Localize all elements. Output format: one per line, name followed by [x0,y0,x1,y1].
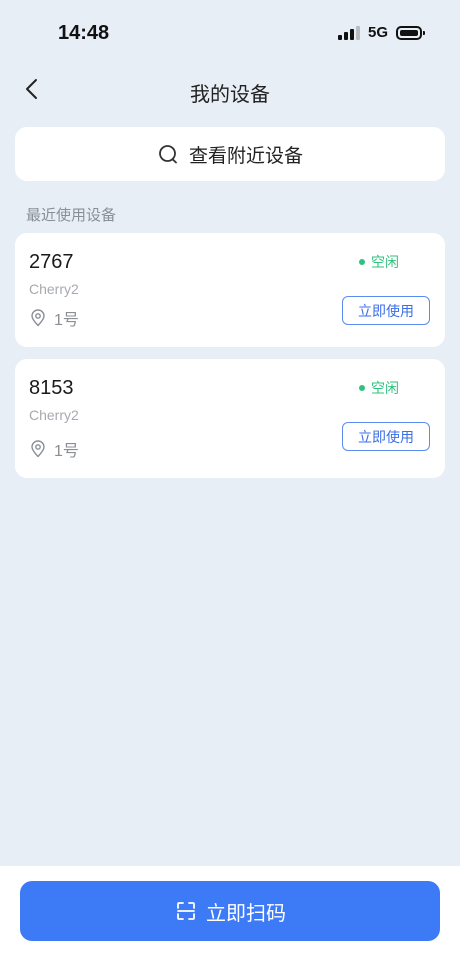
device-location-label: 1号 [54,312,79,329]
signal-icon [337,25,360,40]
device-location: 1号 [29,306,79,330]
use-now-button[interactable]: 立即使用 [342,296,430,325]
status-badge: 空闲 [359,378,399,398]
status-label: 空闲 [371,254,399,270]
scan-icon [177,902,195,920]
status-badge: 空闲 [359,252,399,272]
status-time: 14:48 [58,22,110,44]
status-bar: 14:48 5G [0,0,460,70]
status-dot-icon [359,385,365,391]
location-pin-icon [31,440,45,458]
device-model: Cherry2 [29,281,79,297]
device-id: 8153 [29,377,74,399]
status-indicators: 5G [337,24,425,41]
device-card[interactable]: 8153 Cherry2 1号 空闲 立即使用 [15,359,445,478]
status-dot-icon [359,259,365,265]
nearby-devices-label: 查看附近设备 [188,145,303,167]
network-type: 5G [367,24,388,41]
device-id: 2767 [29,251,74,273]
device-location-label: 1号 [54,443,79,460]
location-pin-icon [31,309,45,327]
device-location: 1号 [29,437,79,461]
search-icon [159,145,177,164]
nav-bar: 我的设备 [0,70,460,110]
nearby-devices-button[interactable]: 查看附近设备 [15,127,445,181]
recent-devices-heading: 最近使用设备 [26,207,117,224]
status-label: 空闲 [371,380,399,396]
scan-now-label: 立即扫码 [206,902,286,925]
device-card[interactable]: 2767 Cherry2 1号 空闲 立即使用 [15,233,445,347]
use-now-button[interactable]: 立即使用 [342,422,430,451]
page-title: 我的设备 [190,84,270,106]
device-model: Cherry2 [29,407,79,423]
battery-icon [396,25,425,40]
bottom-bar: 立即扫码 [0,866,460,980]
scan-now-button[interactable]: 立即扫码 [20,881,440,941]
